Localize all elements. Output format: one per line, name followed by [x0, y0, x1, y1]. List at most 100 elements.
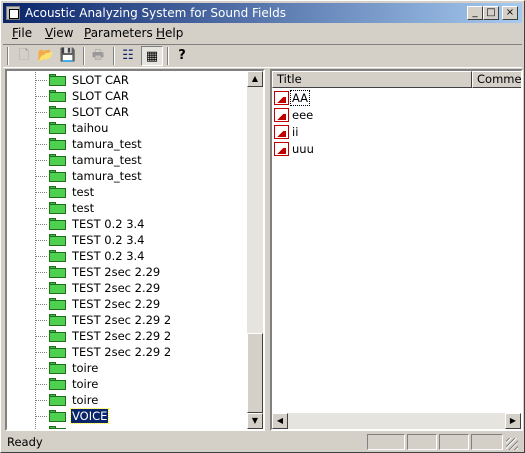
scroll-thumb[interactable] — [247, 333, 263, 413]
tree-connector — [36, 240, 48, 241]
tree-item[interactable]: TEST 2sec 2.29 — [7, 296, 247, 312]
folder-icon — [49, 378, 66, 390]
tree-item-label: tamura_test — [72, 153, 142, 167]
tree-connector — [36, 96, 48, 97]
tree-item[interactable]: TEST 2sec 2.29 2 — [7, 344, 247, 360]
tree-item[interactable]: tamura_test — [7, 136, 247, 152]
status-text: Ready — [7, 435, 43, 449]
tree-item-label: toire — [72, 377, 99, 391]
tree-item-label: toire — [72, 361, 99, 375]
tree-item[interactable]: tamura_test — [7, 152, 247, 168]
tree-item[interactable]: SLOT CAR — [7, 88, 247, 104]
help-icon[interactable]: ? — [171, 46, 193, 66]
folder-icon — [49, 250, 66, 262]
tree-item[interactable]: TEST 2sec 2.29 2 — [7, 312, 247, 328]
tree-connector — [36, 128, 48, 129]
tree-item-label: tamura_test — [72, 137, 142, 151]
tree-item-label: VOICE — [69, 408, 110, 424]
tree-item[interactable]: test — [7, 200, 247, 216]
tree-item[interactable]: TEST 2sec 2.29 — [7, 280, 247, 296]
details-view-icon[interactable]: ▦ — [141, 46, 163, 66]
list-item-title: AA — [289, 90, 311, 106]
menu-help[interactable]: Help — [156, 26, 183, 40]
tree-connector — [36, 352, 48, 353]
folder-icon — [49, 234, 66, 246]
scroll-up-button[interactable]: ▲ — [247, 71, 263, 87]
maximize-button[interactable]: □ — [483, 6, 499, 20]
tree-connector — [36, 80, 48, 81]
list-item[interactable]: uuu — [274, 141, 514, 157]
tree-item[interactable]: TEST 0.2 3.4 — [7, 216, 247, 232]
folder-icon — [49, 170, 66, 182]
tree-item[interactable]: toire — [7, 360, 247, 376]
tree-item-label: TEST 2sec 2.29 — [72, 265, 161, 279]
tree-item[interactable]: taihou — [7, 120, 247, 136]
tree-item[interactable]: VOICE — [7, 408, 247, 424]
folder-tree[interactable]: SLOT CAR SLOT CAR SLOT CAR taihou tamura_tes… — [5, 69, 265, 431]
scroll-down-button[interactable]: ▼ — [247, 413, 263, 429]
tree-item-label: SLOT CAR — [72, 73, 129, 87]
toolbar-separator — [83, 47, 85, 65]
tree-item[interactable]: TEST 0.2 3.4 — [7, 248, 247, 264]
list-item[interactable]: ii — [274, 124, 514, 140]
tree-item[interactable]: toire — [7, 376, 247, 392]
folder-icon — [49, 314, 66, 326]
save-icon[interactable]: 💾 — [57, 46, 79, 66]
list-horizontal-scrollbar[interactable]: ◀ ▶ — [272, 413, 521, 429]
tree-connector — [36, 336, 48, 337]
list-item-title: ii — [292, 125, 299, 139]
scroll-left-button[interactable]: ◀ — [272, 413, 288, 429]
list-header: Title Comment — [272, 71, 521, 88]
list-item[interactable]: eee — [274, 107, 514, 123]
tree-item-label: tamura_test — [72, 169, 142, 183]
folder-tree-list: SLOT CAR SLOT CAR SLOT CAR taihou tamura_tes… — [7, 71, 247, 429]
tree-item[interactable]: TEST 2sec 2.29 2 — [7, 328, 247, 344]
close-button[interactable]: × — [502, 6, 518, 20]
column-title[interactable]: Title — [272, 71, 472, 88]
tree-connector — [36, 320, 48, 321]
tree-vertical-scrollbar[interactable]: ▲ ▼ — [247, 71, 263, 429]
menu-parameters[interactable]: Parameters — [84, 26, 153, 40]
app-icon[interactable] — [6, 6, 20, 20]
title-bar[interactable]: Acoustic Analyzing System for Sound Fiel… — [3, 3, 522, 23]
folder-icon — [49, 266, 66, 278]
tree-item[interactable]: uuuuu — [7, 424, 247, 429]
waveform-file-icon — [274, 91, 289, 105]
tree-item-label: TEST 0.2 3.4 — [72, 249, 145, 263]
folder-icon — [49, 202, 66, 214]
folder-icon — [49, 186, 66, 198]
tree-item[interactable]: SLOT CAR — [7, 72, 247, 88]
tree-item[interactable]: TEST 2sec 2.29 — [7, 264, 247, 280]
minimize-button[interactable]: _ — [467, 6, 483, 20]
folder-icon — [49, 410, 66, 422]
menu-file[interactable]: File — [12, 26, 32, 40]
window-title: Acoustic Analyzing System for Sound Fiel… — [25, 6, 286, 20]
tree-connector — [36, 384, 48, 385]
menu-view[interactable]: View — [45, 26, 73, 40]
new-file-icon[interactable]: 🗋 — [13, 46, 35, 66]
tree-item-label: SLOT CAR — [72, 89, 129, 103]
folder-icon — [49, 138, 66, 150]
list-view-icon[interactable]: ☷ — [117, 46, 139, 66]
open-folder-icon[interactable]: 📂 — [35, 46, 57, 66]
list-item[interactable]: AA — [274, 90, 514, 106]
tree-connector — [36, 304, 48, 305]
folder-icon — [49, 74, 66, 86]
print-icon[interactable]: 🖶 — [87, 46, 109, 66]
tree-item[interactable]: tamura_test — [7, 168, 247, 184]
tree-connector — [36, 416, 48, 417]
folder-icon — [49, 106, 66, 118]
tree-connector — [35, 424, 36, 429]
column-comment[interactable]: Comment — [472, 71, 521, 88]
tree-item[interactable]: TEST 0.2 3.4 — [7, 232, 247, 248]
status-panel — [407, 434, 437, 450]
scroll-right-button[interactable]: ▶ — [505, 413, 521, 429]
resize-grip[interactable] — [506, 438, 518, 450]
file-list[interactable]: Title Comment AA eee ii uuu ◀ ▶ — [270, 69, 523, 431]
tree-item[interactable]: test — [7, 184, 247, 200]
tree-connector — [36, 208, 48, 209]
tree-item-label: uuuuu — [71, 425, 109, 429]
tree-item[interactable]: SLOT CAR — [7, 104, 247, 120]
tree-item[interactable]: toire — [7, 392, 247, 408]
menu-bar: File View Parameters Help — [3, 24, 522, 42]
